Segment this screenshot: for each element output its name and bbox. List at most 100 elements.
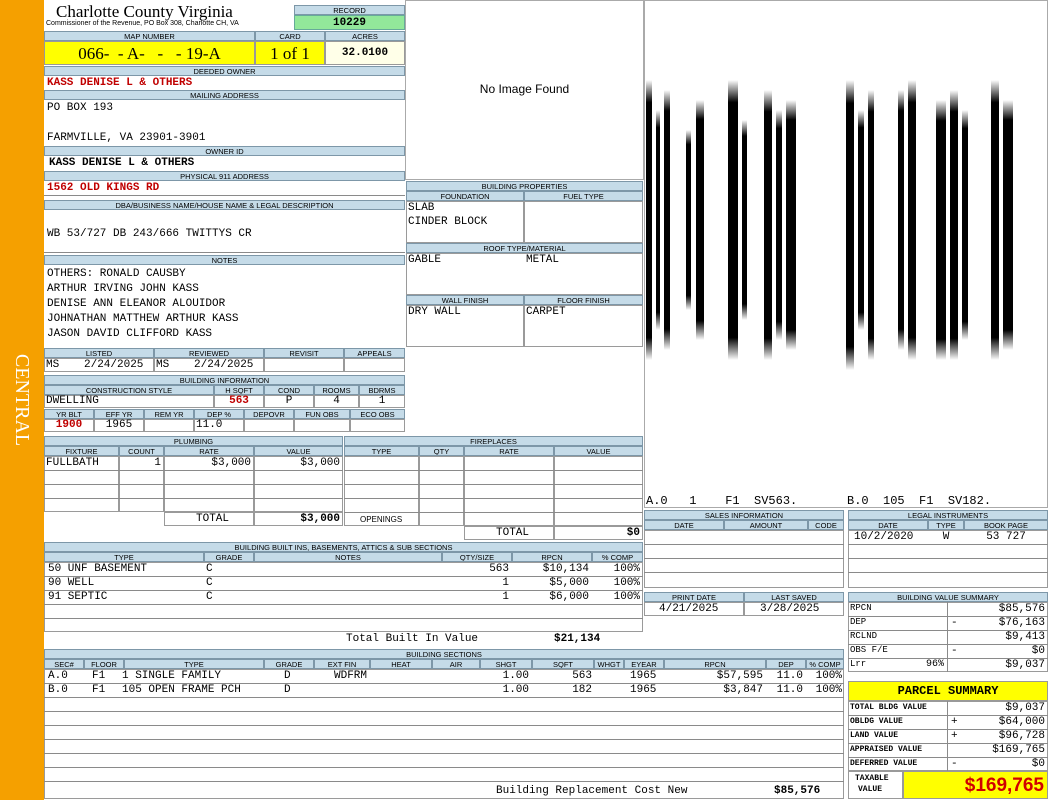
sketch-drawing [646,80,1013,370]
bi-grade: C [206,591,213,603]
vs-label: Lrr [850,659,867,669]
legal-instruments-header: LEGAL INSTRUMENTS [848,510,1048,520]
deeded-owner-value: KASS DENISE L & OTHERS [47,77,193,89]
yrblt-value: 1900 [55,419,83,431]
note-line: OTHERS: RONALD CAUSBY [47,268,186,280]
yrblt-header: YR BLT [44,409,94,419]
county-subtitle: Commissioner of the Revenue, PO Box 308,… [46,20,239,27]
replacement-cost-label: Building Replacement Cost New [496,785,688,797]
vs-value: $9,413 [1005,631,1045,643]
note-line: JOHNATHAN MATTHEW ARTHUR KASS [47,313,239,325]
legal-description-value: WB 53/727 DB 243/666 TWITTYS CR [47,228,252,240]
appeals-header: APPEALS [344,348,405,358]
vs-label: DEP [850,617,867,627]
cond-header: COND [264,385,314,395]
shgt-value: 1.00 [502,684,529,696]
sketch-caption-b: B.0 105 F1 SV182. [847,494,992,508]
acres-value: 32.0100 [325,41,405,65]
listed-by: MS [46,359,60,371]
deeded-owner-header: DEEDED OWNER [44,66,405,76]
rooms-header: ROOMS [314,385,359,395]
depovr-header: DEPOVR [244,409,294,419]
ps-value: $96,728 [998,730,1045,742]
ps-value: $169,765 [992,744,1045,756]
bi-type: 90 WELL [48,577,95,589]
eyear-header: EYEAR [624,659,664,669]
ps-label: OBLDG VALUE [850,717,903,726]
listed-date: 2/24/2025 [84,359,144,371]
rate-header: RATE [164,446,254,456]
eyear-value: 1965 [630,684,657,696]
card-value: 1 of 1 [255,41,325,65]
grade-value: D [284,684,291,696]
card-header: CARD [255,31,325,41]
fp-openings-label: OPENINGS [360,515,403,524]
reviewed-header: REVIEWED [154,348,264,358]
bdrms-header: BDRMS [359,385,405,395]
li-bookpage: 53 727 [986,531,1026,543]
record-value: 10229 [294,15,405,30]
wall-finish-value: DRY WALL [408,306,461,318]
bdrms-value: 1 [378,395,386,407]
cond-value: P [285,395,293,407]
owner-id-value: KASS DENISE L & OTHERS [49,157,195,169]
foundation-header: FOUNDATION [406,191,524,201]
rpcn-value: $57,595 [716,670,763,682]
bi-type: 50 UNF BASEMENT [48,563,148,575]
parcel-summary-title: PARCEL SUMMARY [848,681,1048,701]
dep-header: DEP % [194,409,244,419]
note-line: JASON DAVID CLIFFORD KASS [47,328,213,340]
taxable-label-1: TAXABLE [855,774,889,783]
county-title: Charlotte County Virginia [56,2,233,21]
fireplaces-header: FIREPLACES [344,436,643,446]
record-header: RECORD [294,5,405,15]
comp-value: 100% [815,670,842,682]
bi-rpcn-header: RPCN [512,552,592,562]
sales-code-header: CODE [808,520,844,530]
remyr-header: REM YR [144,409,194,419]
sales-date-header: DATE [644,520,724,530]
sec-value: B.0 [48,684,68,696]
listed-header: LISTED [44,348,154,358]
ps-value: $0 [1031,758,1045,770]
heat-header: HEAT [370,659,432,669]
owner-id-header: OWNER ID [44,146,405,156]
plumbing-value: $3,000 [300,457,340,469]
floor-header: FLOOR [84,659,124,669]
revisit-header: REVISIT [264,348,344,358]
fp-total: $0 [626,527,640,539]
reviewed-date: 2/24/2025 [194,359,254,371]
bi-comp: 100% [613,563,640,575]
floor-finish-value: CARPET [526,306,566,318]
last-saved-header: LAST SAVED [744,592,844,602]
floor-finish-header: FLOOR FINISH [524,295,643,305]
li-date-header: DATE [848,520,928,530]
bi-qty: 563 [489,563,509,575]
fp-qty-header: QTY [419,446,464,456]
print-date: 4/21/2025 [659,603,719,615]
ps-label: DEFERRED VALUE [850,759,918,768]
bi-grade: C [206,563,213,575]
value-summary-header: BUILDING VALUE SUMMARY [848,592,1048,602]
vs-value: $0 [1031,645,1045,657]
map-number-value: 066- - A- - - 19-A [44,41,255,65]
bi-comp: 100% [613,577,640,589]
ps-label: TOTAL BLDG VALUE [850,703,927,712]
bi-grade: C [206,577,213,589]
plumbing-fixture: FULLBATH [46,457,99,469]
shgt-value: 1.00 [502,670,529,682]
sqft-header: SQFT [532,659,594,669]
mailing-line-2: FARMVILLE, VA 23901-3901 [47,132,206,144]
li-type: W [942,531,950,543]
ps-value: $64,000 [998,716,1045,728]
bi-qty: 1 [502,591,509,603]
bi-rpcn: $5,000 [549,577,589,589]
roof-material-value: METAL [526,254,560,266]
construction-header: CONSTRUCTION STYLE [44,385,214,395]
effyr-value: 1965 [105,419,133,431]
rpcn-value: $3,847 [723,684,763,696]
vs-value: $85,576 [998,603,1045,615]
eyear-value: 1965 [630,670,657,682]
vs-label: RPCN [850,603,872,613]
air-header: AIR [432,659,480,669]
